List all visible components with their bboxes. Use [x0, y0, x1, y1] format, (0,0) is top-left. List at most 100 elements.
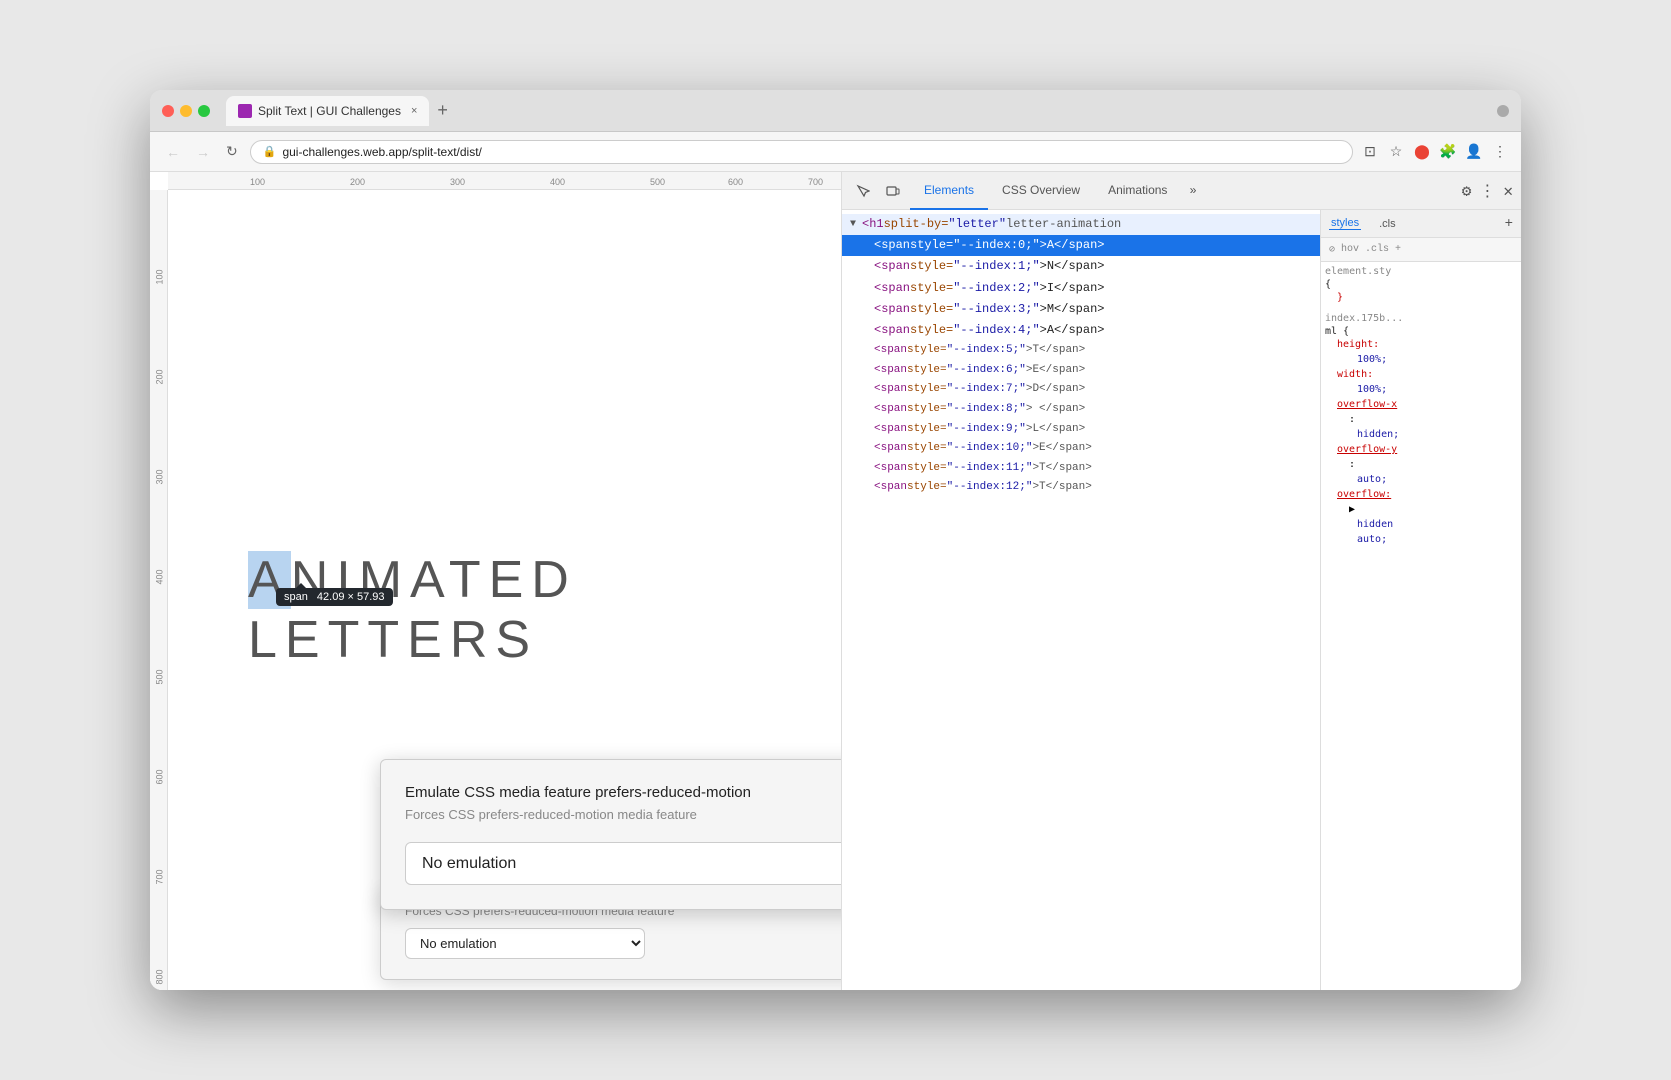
html-span-1[interactable]: <span style="--index:1;">N</span>: [842, 256, 1320, 277]
webpage: 100 200 300 400 500 600 700 100 200 300 …: [150, 172, 841, 990]
address-text: gui-challenges.web.app/split-text/dist/: [282, 145, 481, 159]
cast-icon[interactable]: ⊡: [1361, 143, 1379, 161]
extensions-icon[interactable]: 🧩: [1439, 143, 1457, 161]
ruler-mark: 700: [808, 177, 823, 187]
prop-overflow-x: overflow-x : hidden;: [1325, 397, 1517, 442]
animated-letters: ANIMATED LETTERS: [248, 550, 841, 670]
prop-width: width: 100%;: [1325, 367, 1517, 397]
ruler-mark: 200: [154, 369, 164, 384]
emulate-title: Emulate CSS media feature prefers-reduce…: [405, 784, 841, 801]
prop-height: height: 100%;: [1325, 337, 1517, 367]
bookmark-icon[interactable]: ☆: [1387, 143, 1405, 161]
devtools-more-icon[interactable]: ⋮: [1479, 181, 1495, 201]
back-button[interactable]: ←: [162, 142, 184, 162]
ruler-mark: 500: [650, 177, 665, 187]
html-span-0[interactable]: <span style="--index:0;">A</span>: [842, 235, 1320, 256]
tab-bar: Split Text | GUI Challenges × +: [226, 96, 1489, 126]
devtools-toolbar: Elements CSS Overview Animations » ⚙ ⋮ ✕: [842, 172, 1521, 210]
tab-elements[interactable]: Elements: [910, 172, 988, 210]
html-span-6[interactable]: <span style="--index:6;">E</span>: [842, 361, 1320, 381]
styles-tab[interactable]: styles: [1329, 217, 1361, 230]
ruler-mark: 500: [154, 669, 164, 684]
html-span-8[interactable]: <span style="--index:8;"> </span>: [842, 400, 1320, 420]
ruler-mark: 700: [154, 869, 164, 884]
new-tab-button[interactable]: +: [433, 100, 452, 121]
address-bar[interactable]: 🔒 gui-challenges.web.app/split-text/dist…: [250, 140, 1353, 164]
tab-title: Split Text | GUI Challenges: [258, 104, 401, 118]
nav-icons-right: ⊡ ☆ ⬤ 🧩 👤 ⋮: [1361, 143, 1509, 161]
ruler-mark: 800: [154, 969, 164, 984]
emulate-select-behind[interactable]: No emulation: [405, 928, 645, 959]
tab-css-overview[interactable]: CSS Overview: [988, 172, 1094, 210]
device-toggle-icon[interactable]: [880, 178, 906, 204]
tab-favicon: [238, 104, 252, 118]
triangle-icon: [850, 217, 862, 233]
ruler-mark: 300: [154, 469, 164, 484]
html-span-2[interactable]: <span style="--index:2;">I</span>: [842, 278, 1320, 299]
html-h1-line[interactable]: <h1 split-by="letter" letter-animation: [842, 214, 1320, 235]
ruler-mark: 600: [728, 177, 743, 187]
styles-source-2: index.175b...: [1325, 313, 1517, 324]
reload-button[interactable]: ↻: [222, 141, 242, 162]
element-tooltip: span 42.09 × 57.93: [276, 588, 393, 606]
emulate-description: Forces CSS prefers-reduced-motion media …: [405, 807, 841, 822]
tooltip-element-name: span: [284, 591, 308, 603]
minimize-traffic-light[interactable]: [180, 105, 192, 117]
html-content[interactable]: <h1 split-by="letter" letter-animation <…: [842, 210, 1320, 990]
ruler-horizontal: 100 200 300 400 500 600 700: [168, 172, 841, 190]
emulate-select-wrap: No emulation prefers-reduced-motion: red…: [405, 842, 841, 885]
ruler-mark: 400: [550, 177, 565, 187]
elements-panel: <h1 split-by="letter" letter-animation <…: [842, 210, 1321, 990]
emulate-select[interactable]: No emulation prefers-reduced-motion: red…: [405, 842, 841, 885]
cls-tab[interactable]: .cls: [1377, 218, 1398, 230]
devtools-tabs: Elements CSS Overview Animations »: [910, 172, 1458, 210]
browser-tab[interactable]: Split Text | GUI Challenges ×: [226, 96, 429, 126]
add-style-icon[interactable]: +: [1505, 216, 1513, 232]
styles-filter-bar: ⊘ hov .cls +: [1321, 238, 1521, 262]
styles-source: element.sty: [1325, 266, 1517, 277]
ruler-mark: 100: [154, 269, 164, 284]
devtools-main: <h1 split-by="letter" letter-animation <…: [842, 210, 1521, 990]
html-span-7[interactable]: <span style="--index:7;">D</span>: [842, 380, 1320, 400]
styles-content: element.sty { } index.175b... ml { heigh…: [1321, 262, 1521, 990]
prop-overflow: overflow: ▶ hidden auto;: [1325, 487, 1517, 547]
profile-icon[interactable]: 👤: [1465, 143, 1483, 161]
ruler-mark: 600: [154, 769, 164, 784]
emulate-popup: ✕ Emulate CSS media feature prefers-redu…: [380, 759, 841, 910]
filter-icon: ⊘: [1329, 244, 1335, 256]
main-content: 100 200 300 400 500 600 700 100 200 300 …: [150, 172, 1521, 990]
nav-bar: ← → ↻ 🔒 gui-challenges.web.app/split-tex…: [150, 132, 1521, 172]
lock-icon: 🔒: [263, 145, 277, 158]
styles-rule-2: ml { height: 100%; width: 100%; overflow…: [1325, 326, 1517, 547]
maximize-traffic-light[interactable]: [198, 105, 210, 117]
styles-toolbar: styles .cls +: [1321, 210, 1521, 238]
browser-window: Split Text | GUI Challenges × + ← → ↻ 🔒 …: [150, 90, 1521, 990]
title-bar: Split Text | GUI Challenges × +: [150, 90, 1521, 132]
traffic-lights: [162, 105, 210, 117]
forward-button[interactable]: →: [192, 142, 214, 162]
html-span-3[interactable]: <span style="--index:3;">M</span>: [842, 299, 1320, 320]
window-control-right: [1497, 105, 1509, 117]
close-traffic-light[interactable]: [162, 105, 174, 117]
menu-icon[interactable]: ⋮: [1491, 143, 1509, 161]
more-tabs-button[interactable]: »: [1181, 184, 1204, 198]
html-span-5[interactable]: <span style="--index:5;">T</span>: [842, 341, 1320, 361]
html-span-4[interactable]: <span style="--index:4;">A</span>: [842, 320, 1320, 341]
ruler-vertical: 100 200 300 400 500 600 700 800: [150, 190, 168, 990]
devtools-close-icon[interactable]: ✕: [1503, 181, 1513, 201]
ruler-mark: 300: [450, 177, 465, 187]
html-span-12[interactable]: <span style="--index:12;">T</span>: [842, 478, 1320, 498]
devtools-panel: Elements CSS Overview Animations » ⚙ ⋮ ✕: [841, 172, 1521, 990]
tab-animations[interactable]: Animations: [1094, 172, 1181, 210]
prop-overflow-y: overflow-y : auto;: [1325, 442, 1517, 487]
filter-text: hov .cls +: [1341, 244, 1401, 255]
chrome-icon[interactable]: ⬤: [1413, 143, 1431, 161]
html-span-10[interactable]: <span style="--index:10;">E</span>: [842, 439, 1320, 459]
devtools-settings-icon[interactable]: ⚙: [1462, 181, 1472, 201]
tab-close-button[interactable]: ×: [411, 105, 417, 117]
html-span-9[interactable]: <span style="--index:9;">L</span>: [842, 420, 1320, 440]
html-span-11[interactable]: <span style="--index:11;">T</span>: [842, 459, 1320, 479]
ruler-mark: 400: [154, 569, 164, 584]
ruler-mark: 100: [250, 177, 265, 187]
element-picker-icon[interactable]: [850, 178, 876, 204]
